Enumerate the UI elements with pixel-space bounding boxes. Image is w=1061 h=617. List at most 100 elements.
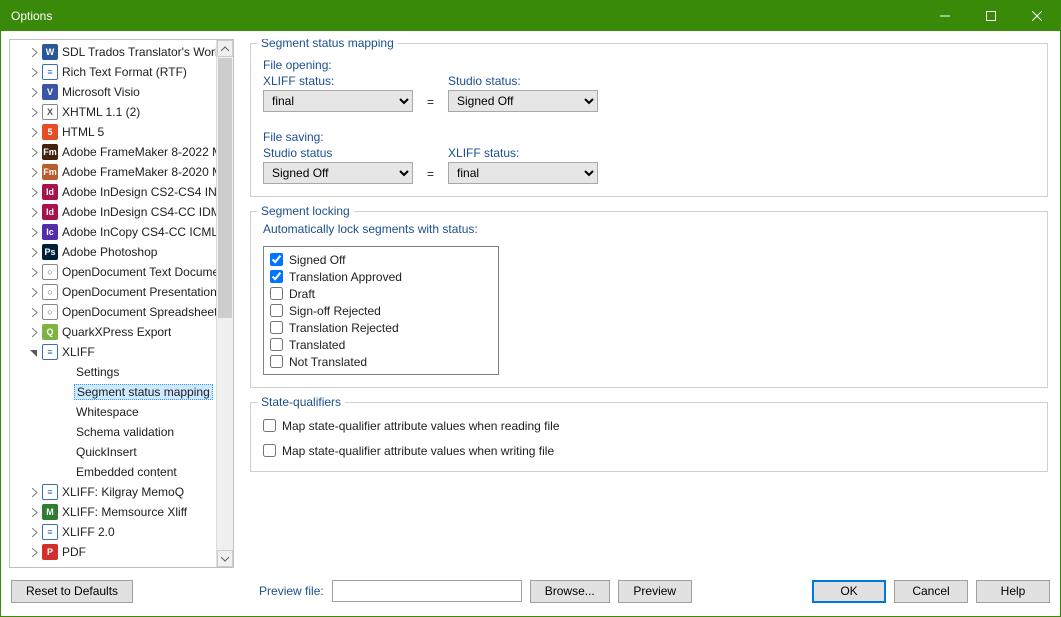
tree-item[interactable]: ≡XLIFF	[10, 342, 216, 362]
lock-status-checkbox[interactable]	[270, 338, 283, 351]
file-type-icon: Ps	[42, 244, 58, 260]
expander-icon[interactable]	[28, 186, 40, 198]
tree-item[interactable]: ○ OpenDocument Presentation (	[10, 282, 216, 302]
browse-button[interactable]: Browse...	[530, 580, 610, 603]
lock-status-checkbox[interactable]	[270, 287, 283, 300]
tree-item[interactable]: QuickInsert	[10, 442, 216, 462]
expander-icon[interactable]	[28, 66, 40, 78]
tree-item[interactable]: Whitespace	[10, 402, 216, 422]
tree-item-label: XLIFF	[62, 345, 95, 359]
tree-item-label: Adobe FrameMaker 8-2020 MI	[62, 165, 216, 179]
window-title: Options	[1, 9, 922, 23]
preview-button[interactable]: Preview	[618, 580, 692, 603]
lock-status-checkbox[interactable]	[270, 321, 283, 334]
expander-icon[interactable]	[28, 526, 40, 538]
opening-xliff-combo[interactable]: final	[263, 90, 413, 112]
scroll-up-button[interactable]	[217, 40, 233, 57]
expander-icon[interactable]	[28, 126, 40, 138]
scroll-down-button[interactable]	[217, 550, 233, 567]
expander-icon[interactable]	[28, 486, 40, 498]
minimize-button[interactable]	[922, 1, 968, 31]
tree-item-label: Segment status mapping	[74, 384, 213, 400]
file-type-icon: ○	[42, 284, 58, 300]
options-tree: WSDL Trados Translator's Workb≡Rich Text…	[9, 39, 234, 568]
opening-studio-combo[interactable]: Signed Off	[448, 90, 598, 112]
group-legend: Segment status mapping	[257, 39, 398, 50]
tree-item[interactable]: ○OpenDocument Spreadsheet (	[10, 302, 216, 322]
expander-icon[interactable]	[28, 246, 40, 258]
lock-status-checkbox[interactable]	[270, 304, 283, 317]
help-button[interactable]: Help	[976, 580, 1050, 603]
tree-item[interactable]: ≡Rich Text Format (RTF)	[10, 62, 216, 82]
expander-icon[interactable]	[28, 166, 40, 178]
close-button[interactable]	[1014, 1, 1060, 31]
lock-status-label: Translation Rejected	[289, 321, 399, 335]
tree-item[interactable]: IdAdobe InDesign CS4-CC IDML	[10, 202, 216, 222]
tree-item[interactable]: ○OpenDocument Text Documen	[10, 262, 216, 282]
tree-item-label: QuarkXPress Export	[62, 325, 171, 339]
tree-item-label: Adobe InDesign CS2-CS4 INX	[62, 185, 216, 199]
expander-icon[interactable]	[28, 206, 40, 218]
tree-item[interactable]: Fm Adobe FrameMaker 8-2020 MI	[10, 162, 216, 182]
file-type-icon: Id	[42, 204, 58, 220]
settings-panel: Segment status mapping File opening: XLI…	[242, 39, 1052, 568]
tree-item[interactable]: ≡XLIFF: Kilgray MemoQ	[10, 482, 216, 502]
reset-defaults-button[interactable]: Reset to Defaults	[11, 580, 133, 603]
tree-item[interactable]: XXHTML 1.1 (2)	[10, 102, 216, 122]
tree-item[interactable]: Embedded content	[10, 462, 216, 482]
lock-status-item: Sign-off Rejected	[270, 302, 492, 319]
tree-item[interactable]: Settings	[10, 362, 216, 382]
tree-item-label: Whitespace	[76, 405, 139, 419]
lock-status-checkbox[interactable]	[270, 355, 283, 368]
expander-icon[interactable]	[28, 266, 40, 278]
tree-item[interactable]: Schema validation	[10, 422, 216, 442]
maximize-button[interactable]	[968, 1, 1014, 31]
expander-icon[interactable]	[28, 86, 40, 98]
expander-icon[interactable]	[28, 346, 40, 358]
preview-file-input[interactable]	[332, 580, 522, 602]
tree-item[interactable]: PPDF	[10, 542, 216, 562]
tree-item-label: XHTML 1.1 (2)	[62, 105, 140, 119]
tree-item[interactable]: FmAdobe FrameMaker 8-2022 MI	[10, 142, 216, 162]
tree-item-label: XLIFF 2.0	[62, 525, 115, 539]
tree-item[interactable]: WSDL Trados Translator's Workb	[10, 42, 216, 62]
tree-item[interactable]: Segment status mapping	[10, 382, 216, 402]
tree-item[interactable]: VMicrosoft Visio	[10, 82, 216, 102]
file-type-icon: ≡	[42, 524, 58, 540]
expander-icon[interactable]	[28, 106, 40, 118]
lock-status-label: Sign-off Rejected	[289, 304, 381, 318]
lock-status-label: Signed Off	[289, 253, 345, 267]
expander-icon[interactable]	[28, 286, 40, 298]
tree-item[interactable]: MXLIFF: Memsource Xliff	[10, 502, 216, 522]
tree-item[interactable]: IdAdobe InDesign CS2-CS4 INX	[10, 182, 216, 202]
lock-status-checkbox[interactable]	[270, 253, 283, 266]
tree-item-label: OpenDocument Presentation (	[62, 285, 216, 299]
lock-status-item: Not Translated	[270, 353, 492, 370]
map-reading-checkbox[interactable]	[263, 419, 276, 432]
saving-xliff-combo[interactable]: final	[448, 162, 598, 184]
tree-item[interactable]: 5HTML 5	[10, 122, 216, 142]
tree-item[interactable]: PsAdobe Photoshop	[10, 242, 216, 262]
expander-icon[interactable]	[28, 506, 40, 518]
cancel-button[interactable]: Cancel	[894, 580, 968, 603]
file-type-icon: Fm	[42, 164, 58, 180]
tree-item[interactable]: IcAdobe InCopy CS4-CC ICML	[10, 222, 216, 242]
map-writing-checkbox[interactable]	[263, 444, 276, 457]
expander-icon[interactable]	[28, 226, 40, 238]
expander-icon[interactable]	[28, 326, 40, 338]
scroll-thumb[interactable]	[218, 58, 232, 318]
lock-status-label: Draft	[289, 287, 315, 301]
saving-studio-combo[interactable]: Signed Off	[263, 162, 413, 184]
tree-item[interactable]: QQuarkXPress Export	[10, 322, 216, 342]
preview-file-label: Preview file:	[259, 584, 324, 598]
tree-item-label: Embedded content	[76, 465, 177, 479]
tree-item[interactable]: ≡ XLIFF 2.0	[10, 522, 216, 542]
ok-button[interactable]: OK	[812, 580, 886, 603]
tree-item-label: XLIFF: Kilgray MemoQ	[62, 485, 184, 499]
tree-scrollbar[interactable]	[216, 40, 233, 567]
expander-icon[interactable]	[28, 546, 40, 558]
expander-icon[interactable]	[28, 46, 40, 58]
expander-icon[interactable]	[28, 306, 40, 318]
lock-status-checkbox[interactable]	[270, 270, 283, 283]
expander-icon[interactable]	[28, 146, 40, 158]
